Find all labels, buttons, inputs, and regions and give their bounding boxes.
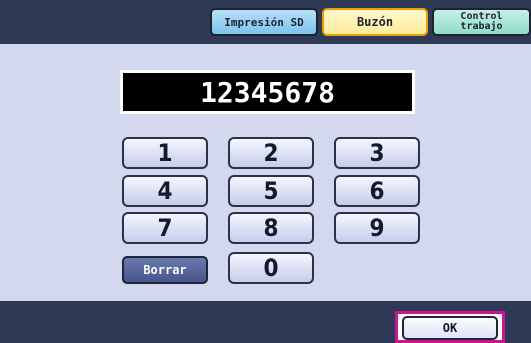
- key-3[interactable]: 3: [334, 137, 420, 169]
- tab-control-trabajo[interactable]: Control trabajo: [432, 8, 531, 36]
- key-4[interactable]: 4: [122, 175, 208, 207]
- number-display: 12345678: [120, 70, 415, 114]
- screen: Impresión SD Buzón Control trabajo 12345…: [0, 0, 531, 343]
- key-0[interactable]: 0: [228, 252, 314, 284]
- key-9[interactable]: 9: [334, 212, 420, 244]
- tab-buzon[interactable]: Buzón: [322, 8, 428, 36]
- tab-impresion-sd[interactable]: Impresión SD: [210, 8, 318, 36]
- key-1[interactable]: 1: [122, 137, 208, 169]
- key-6[interactable]: 6: [334, 175, 420, 207]
- key-7[interactable]: 7: [122, 212, 208, 244]
- top-bar: Impresión SD Buzón Control trabajo: [0, 0, 531, 44]
- key-5[interactable]: 5: [228, 175, 314, 207]
- key-2[interactable]: 2: [228, 137, 314, 169]
- key-8[interactable]: 8: [228, 212, 314, 244]
- clear-button[interactable]: Borrar: [122, 256, 208, 284]
- ok-button[interactable]: OK: [402, 316, 498, 340]
